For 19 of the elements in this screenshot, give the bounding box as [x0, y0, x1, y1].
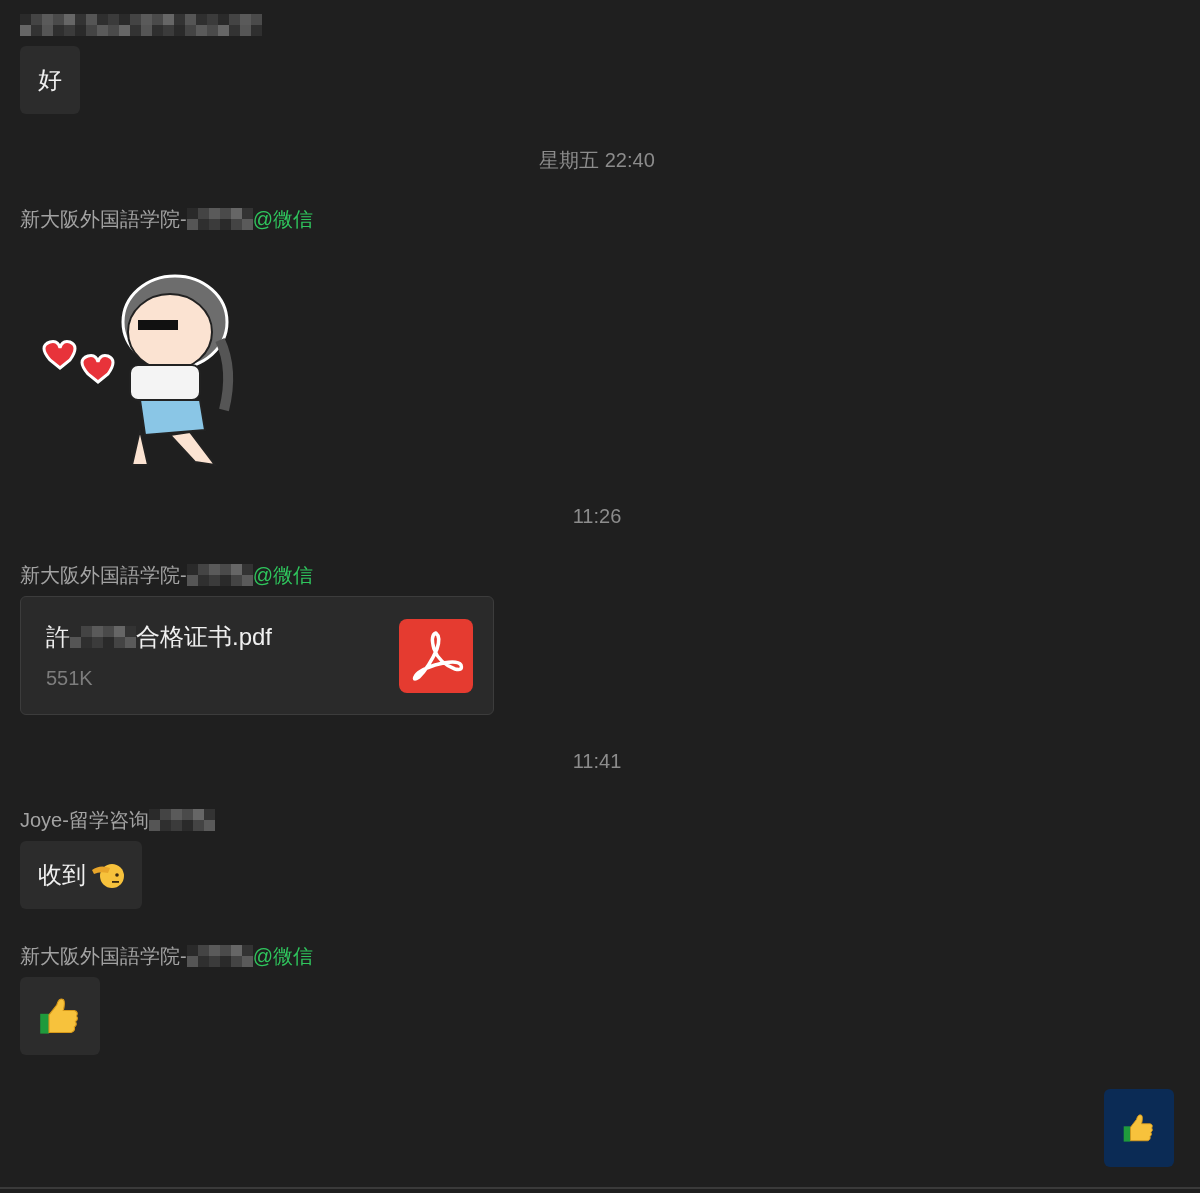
file-name: 合格证书.pdf [136, 622, 273, 651]
file-size: 551K [46, 666, 94, 689]
source-label: @微信 [252, 944, 313, 969]
source-label: @微信 [252, 207, 313, 232]
timestamp: 11:41 [572, 749, 622, 773]
redacted-mosaic [70, 625, 136, 648]
sender-name: 新大阪外国語学院- [20, 944, 187, 969]
file-card[interactable]: 許 合格证书.pdf 551K [20, 596, 494, 715]
sender-name: Joye-留学咨询 [20, 808, 149, 833]
message-text: 收到 [38, 860, 86, 890]
pdf-file-icon [399, 618, 473, 693]
timestamp: 11:26 [572, 504, 622, 528]
sender-name: 新大阪外国語学院- [20, 563, 187, 588]
source-label: @微信 [252, 563, 313, 588]
thumbs-up-icon [1122, 1111, 1156, 1145]
timestamp: 星期五 22:40 [539, 148, 655, 172]
message-bubble: 好 [20, 46, 80, 114]
sender-name: 新大阪外国語学院- [20, 207, 187, 232]
file-name: 許 [46, 622, 70, 651]
